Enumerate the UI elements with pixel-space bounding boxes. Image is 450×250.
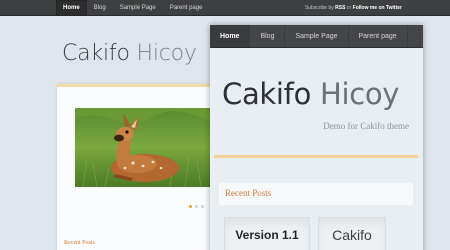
nav-item-home[interactable]: Home [56,0,87,16]
preview-title-secondary: Hicoy [319,77,400,111]
preview-nav: Home Blog Sample Page Parent page [210,25,423,48]
preview-nav-home[interactable]: Home [210,25,251,47]
nav-item-sample-page[interactable]: Sample Page [113,0,163,16]
preview-title-primary: Cakifo [222,77,312,111]
rss-link[interactable]: RSS [335,5,345,11]
top-nav: Home Blog Sample Page Parent page [56,0,209,16]
subscribe-links: Subscribe by RSS or Follow me on Twitter [305,0,402,16]
preview-nav-blog[interactable]: Blog [250,25,286,47]
slider-dot[interactable] [189,205,192,208]
featured-image[interactable] [75,108,212,187]
slider-dot[interactable] [201,205,204,208]
preview-site-title[interactable]: Cakifo Hicoy [222,77,399,111]
nav-item-blog[interactable]: Blog [87,0,113,16]
slider-dots [189,205,204,208]
site-title-primary: Cakifo [62,41,130,66]
subscribe-or: or [346,5,352,11]
slider-dot[interactable] [195,205,198,208]
post-thumbnail[interactable]: Cakifo [318,217,386,250]
subscribe-prefix: Subscribe by [304,5,334,11]
recent-posts-heading: Recent Posts [64,240,95,246]
post-thumbnail[interactable]: Version 1.1 [224,217,310,250]
thumbnail-text: Cakifo [332,227,372,243]
preview-recent-posts-heading: Recent Posts [225,188,272,198]
top-nav-bar: Home Blog Sample Page Parent page Subscr… [0,0,450,16]
nav-item-parent-page[interactable]: Parent page [163,0,210,16]
preview-tagline: Demo for Cakifo theme [323,121,409,131]
site-title[interactable]: Cakifo Hicoy [62,41,197,66]
thumbnail-text: Version 1.1 [235,228,299,242]
preview-nav-parent-page[interactable]: Parent page [349,25,408,47]
preview-nav-sample-page[interactable]: Sample Page [285,25,349,47]
twitter-link[interactable]: Follow me on Twitter [353,5,402,11]
header-divider [214,155,418,158]
site-title-secondary: Hicoy [136,41,197,66]
